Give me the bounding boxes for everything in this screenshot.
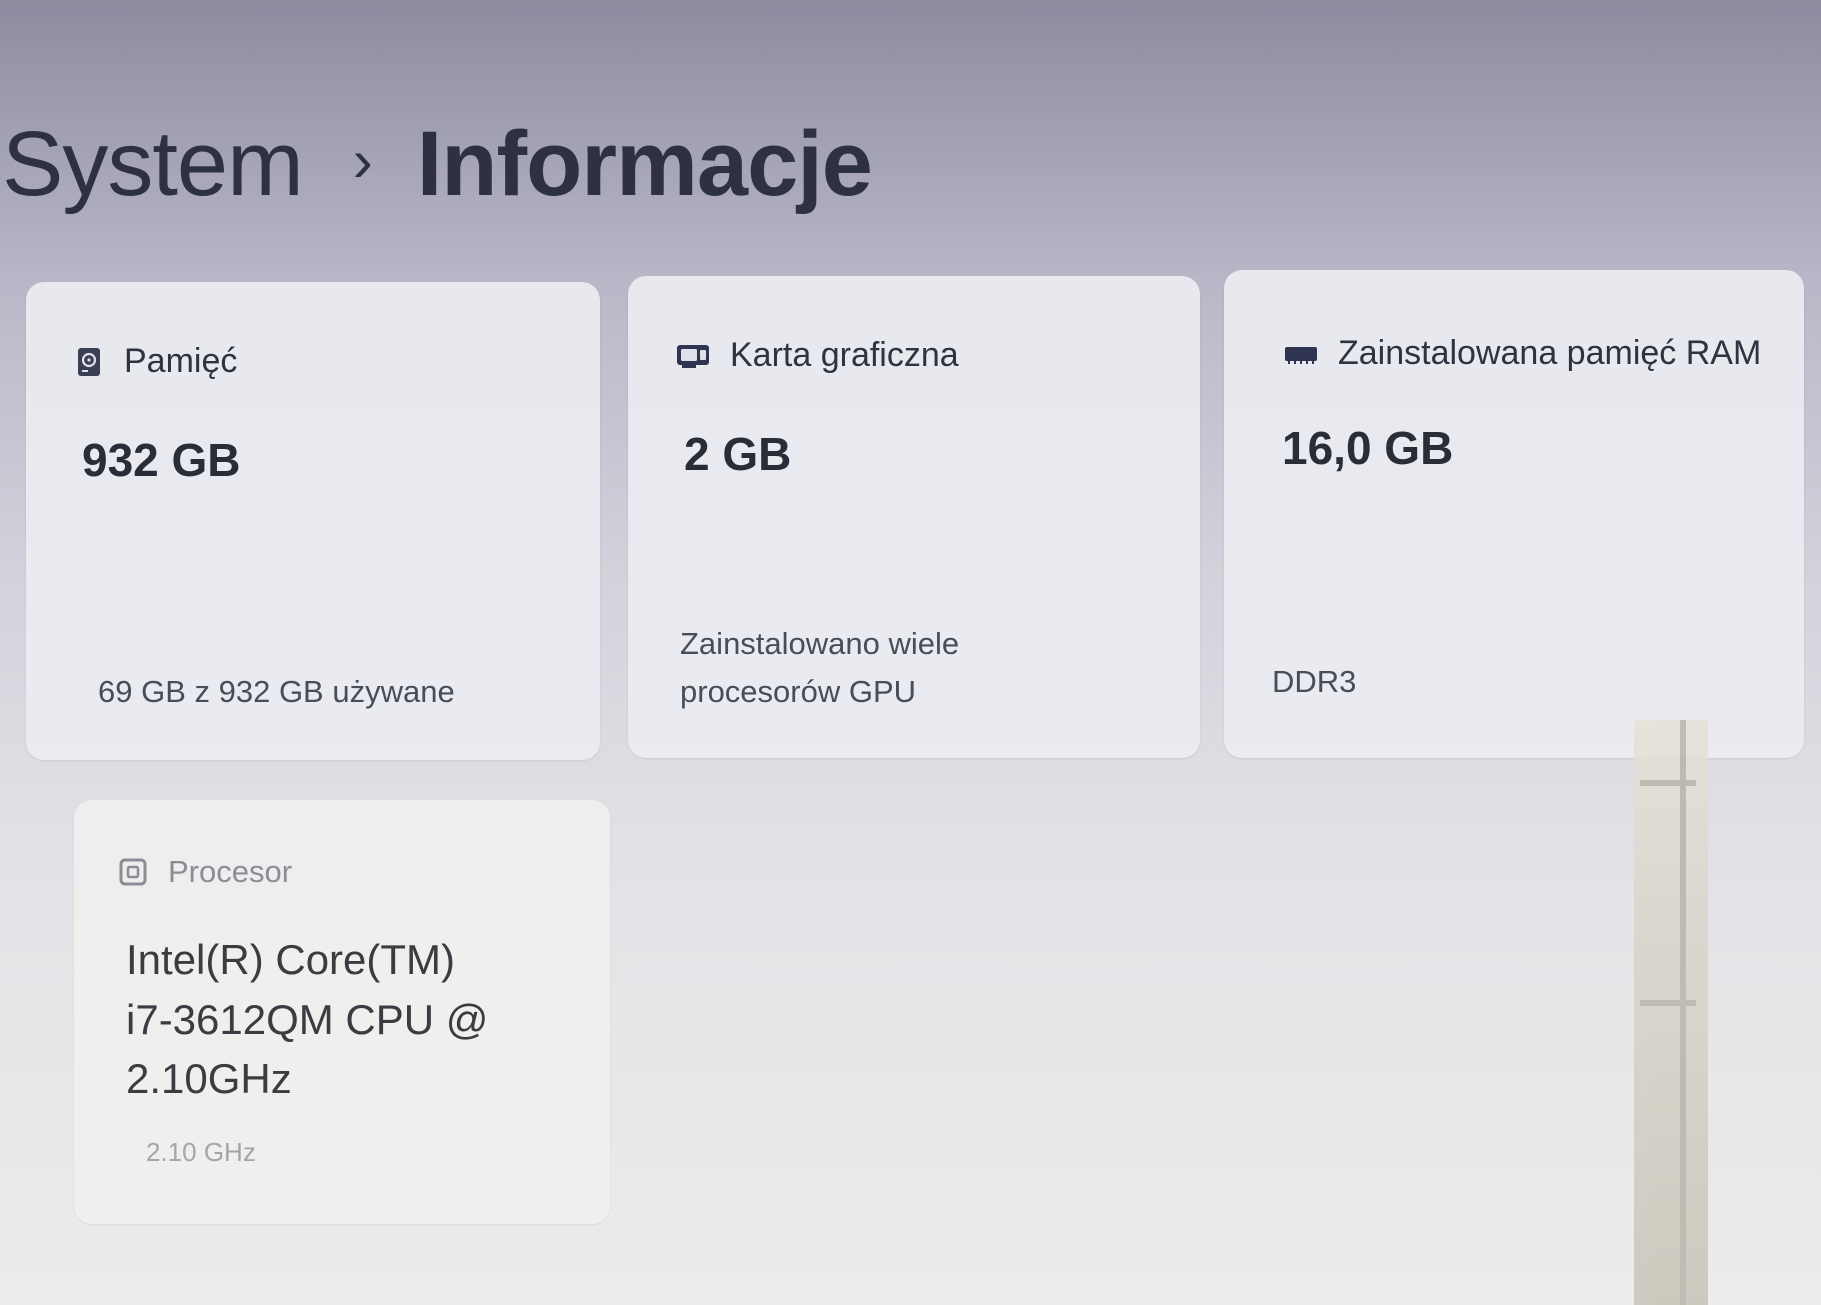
graphics-card-header: Karta graficzna [676, 336, 959, 375]
processor-card-header: Procesor [118, 854, 292, 890]
storage-card-title: Pamięć [124, 342, 238, 380]
ram-type-text: DDR3 [1272, 663, 1357, 699]
installed-ram-header: Zainstalowana pamięć RAM [1284, 334, 1761, 373]
graphics-card-title: Karta graficzna [730, 336, 959, 374]
breadcrumb-system-link[interactable]: System [2, 112, 304, 217]
ram-module-icon [1285, 346, 1317, 364]
installed-ram-value: 16,0 GB [1282, 422, 1454, 474]
graphics-card-detail-line2: procesorów GPU [680, 673, 917, 709]
processor-card-title: Procesor [168, 854, 293, 889]
graphics-card-detail: Zainstalowano wiele procesorów GPU [680, 620, 959, 716]
graphics-card-card[interactable]: Karta graficzna 2 GB Zainstalowano wiele… [628, 276, 1200, 758]
graphics-memory-value: 2 GB [684, 428, 792, 480]
storage-card[interactable]: Pamięć 932 GB 69 GB z 932 GB używane [26, 282, 600, 760]
processor-name-line1: Intel(R) Core(TM) [126, 936, 456, 983]
storage-total-value: 932 GB [82, 434, 241, 486]
storage-card-header: Pamięć [74, 342, 237, 381]
installed-ram-card[interactable]: Zainstalowana pamięć RAM 16,0 GB DDR3 [1224, 270, 1804, 758]
page-title: Informacje [416, 113, 873, 215]
processor-name-line3: 2.10GHz [126, 1055, 292, 1103]
processor-card[interactable]: Procesor Intel(R) Core(TM) i7-3612QM CPU… [74, 800, 610, 1224]
graphics-card-detail-line1: Zainstalowano wiele [680, 625, 960, 661]
breadcrumb-separator: › [352, 127, 373, 194]
background-reflection [1634, 720, 1708, 1305]
installed-ram-title: Zainstalowana pamięć RAM [1338, 334, 1762, 372]
graphics-card-icon [677, 344, 709, 368]
processor-speed-text: 2.10 GHz [146, 1136, 256, 1167]
storage-drive-icon [78, 347, 100, 376]
storage-usage-text: 69 GB z 932 GB używane [98, 673, 455, 709]
breadcrumb: System › Informacje [2, 112, 873, 217]
processor-name-value: Intel(R) Core(TM) i7-3612QM CPU @ 2.10GH… [126, 930, 546, 1109]
processor-name-line2: i7-3612QM CPU @ [126, 995, 489, 1043]
processor-chip-icon [119, 858, 147, 886]
